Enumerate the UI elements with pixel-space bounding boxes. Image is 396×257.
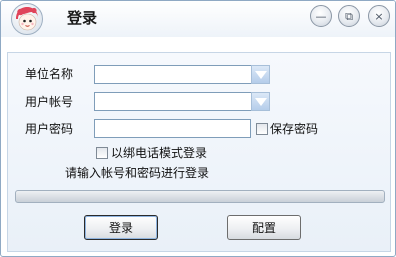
account-dropdown-button[interactable] — [251, 92, 270, 111]
restore-icon: ⧉ — [345, 9, 353, 23]
dropdown-arrow-icon — [254, 97, 267, 106]
password-label: 用户密码 — [25, 122, 74, 136]
close-button[interactable]: × — [368, 5, 390, 27]
login-progress-bar — [15, 190, 385, 203]
login-button[interactable]: 登录 — [84, 215, 158, 240]
login-window: 登录 — ⧉ × 单位名称 用户帐号 用户密码 保存密码 以绑电话模式登录 请输… — [0, 0, 396, 257]
unit-name-combobox[interactable] — [94, 65, 253, 84]
phone-mode-checkbox[interactable] — [96, 147, 108, 159]
account-combobox[interactable] — [94, 92, 253, 111]
save-password-checkbox[interactable] — [256, 123, 268, 135]
account-label: 用户帐号 — [25, 95, 74, 109]
window-title: 登录 — [67, 9, 98, 27]
app-logo-icon — [11, 3, 43, 35]
phone-mode-label[interactable]: 以绑电话模式登录 — [111, 146, 207, 160]
unit-name-label: 单位名称 — [25, 67, 74, 81]
minimize-button[interactable]: — — [310, 5, 332, 27]
config-button[interactable]: 配置 — [227, 215, 301, 240]
password-input[interactable] — [94, 119, 251, 138]
save-password-label[interactable]: 保存密码 — [270, 122, 318, 136]
close-icon: × — [374, 9, 384, 23]
maximize-button[interactable]: ⧉ — [338, 5, 360, 27]
dropdown-arrow-icon — [254, 70, 267, 79]
unit-name-dropdown-button[interactable] — [251, 65, 270, 84]
title-bar[interactable]: 登录 — ⧉ × — [1, 1, 395, 37]
minimize-icon: — — [315, 9, 327, 23]
login-hint-text: 请输入帐号和密码进行登录 — [65, 166, 210, 180]
